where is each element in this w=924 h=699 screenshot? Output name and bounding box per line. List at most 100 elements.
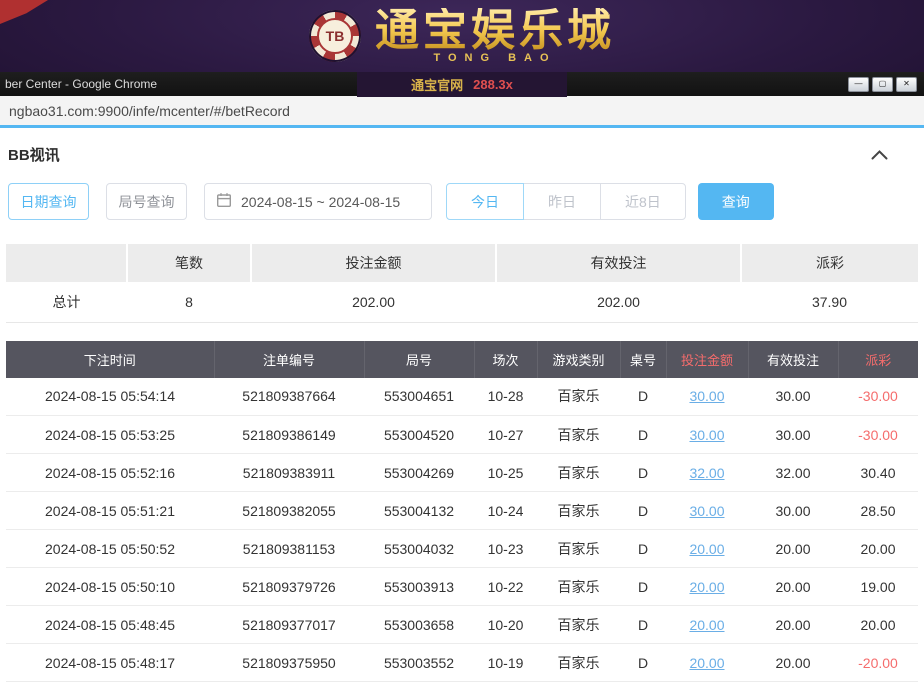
maximize-button[interactable]: ▢ xyxy=(872,77,893,92)
bet-amount-link[interactable]: 30.00 xyxy=(689,388,724,404)
game-type-cell: 百家乐 xyxy=(537,416,620,454)
game-type-cell: 百家乐 xyxy=(537,378,620,416)
search-button[interactable]: 查询 xyxy=(698,183,774,220)
bet-amount-cell: 20.00 xyxy=(666,530,748,568)
today-button[interactable]: 今日 xyxy=(446,183,524,220)
bet-time-cell: 2024-08-15 05:50:52 xyxy=(6,530,214,568)
collapse-chevron-icon[interactable] xyxy=(871,150,888,160)
table-number-cell: D xyxy=(620,568,666,606)
casino-chip-icon: TB xyxy=(309,10,361,62)
banner-overlay-strip: 通宝官网 288.3x xyxy=(357,72,567,97)
bet-time-cell: 2024-08-15 05:48:17 xyxy=(6,644,214,682)
game-type-cell: 百家乐 xyxy=(537,530,620,568)
session-cell: 10-23 xyxy=(474,530,537,568)
valid-bet-cell: 32.00 xyxy=(748,454,838,492)
table-number-cell: D xyxy=(620,378,666,416)
order-number-cell: 521809382055 xyxy=(214,492,364,530)
summary-header-count: 笔数 xyxy=(127,244,251,282)
bet-amount-cell: 32.00 xyxy=(666,454,748,492)
yesterday-button[interactable]: 昨日 xyxy=(523,183,601,220)
payout-cell: -20.00 xyxy=(838,644,918,682)
window-controls: — ▢ ✕ xyxy=(848,77,917,92)
header-valid-bet: 有效投注 xyxy=(748,341,838,378)
round-query-button[interactable]: 局号查询 xyxy=(106,183,187,220)
bet-record-table: 下注时间 注单编号 局号 场次 游戏类别 桌号 投注金额 有效投注 派彩 202… xyxy=(6,341,918,683)
table-number-cell: D xyxy=(620,416,666,454)
overlay-badge: 288.3x xyxy=(473,77,513,92)
bet-time-cell: 2024-08-15 05:54:14 xyxy=(6,378,214,416)
summary-total-count: 8 xyxy=(127,282,251,322)
casino-logo: TB 通宝娱乐城 TONG BAO xyxy=(0,0,924,72)
url-text: ngbao31.com:9900/infe/mcenter/#/betRecor… xyxy=(9,103,290,119)
game-type-cell: 百家乐 xyxy=(537,568,620,606)
payout-cell: 28.50 xyxy=(838,492,918,530)
summary-table: 笔数 投注金额 有效投注 派彩 总计 8 202.00 202.00 37.90 xyxy=(6,244,918,323)
bet-row: 2024-08-15 05:50:10 521809379726 5530039… xyxy=(6,568,918,606)
bet-row: 2024-08-15 05:52:16 521809383911 5530042… xyxy=(6,454,918,492)
chip-monogram: TB xyxy=(326,28,345,44)
round-number-cell: 553003552 xyxy=(364,644,474,682)
game-type-cell: 百家乐 xyxy=(537,454,620,492)
minimize-button[interactable]: — xyxy=(848,77,869,92)
order-number-cell: 521809387664 xyxy=(214,378,364,416)
order-number-cell: 521809377017 xyxy=(214,606,364,644)
order-number-cell: 521809386149 xyxy=(214,416,364,454)
round-number-cell: 553004520 xyxy=(364,416,474,454)
payout-cell: 20.00 xyxy=(838,606,918,644)
summary-total-label: 总计 xyxy=(6,282,127,322)
order-number-cell: 521809379726 xyxy=(214,568,364,606)
bet-amount-link[interactable]: 20.00 xyxy=(689,655,724,671)
session-cell: 10-27 xyxy=(474,416,537,454)
bet-amount-cell: 30.00 xyxy=(666,416,748,454)
summary-header-payout: 派彩 xyxy=(741,244,918,282)
bet-amount-link[interactable]: 20.00 xyxy=(689,541,724,557)
round-number-cell: 553004651 xyxy=(364,378,474,416)
summary-total-valid-bet: 202.00 xyxy=(496,282,741,322)
order-number-cell: 521809375950 xyxy=(214,644,364,682)
filter-toolbar: 日期查询 局号查询 2024-08-15 ~ 2024-08-15 今日 昨日 … xyxy=(8,183,916,220)
bet-amount-link[interactable]: 32.00 xyxy=(689,465,724,481)
bet-time-cell: 2024-08-15 05:52:16 xyxy=(6,454,214,492)
session-cell: 10-28 xyxy=(474,378,537,416)
table-number-cell: D xyxy=(620,454,666,492)
bet-time-cell: 2024-08-15 05:51:21 xyxy=(6,492,214,530)
round-number-cell: 553004269 xyxy=(364,454,474,492)
table-number-cell: D xyxy=(620,644,666,682)
game-type-cell: 百家乐 xyxy=(537,644,620,682)
url-bar[interactable]: ngbao31.com:9900/infe/mcenter/#/betRecor… xyxy=(0,96,924,128)
session-cell: 10-24 xyxy=(474,492,537,530)
date-range-value: 2024-08-15 ~ 2024-08-15 xyxy=(241,194,400,210)
date-range-picker[interactable]: 2024-08-15 ~ 2024-08-15 xyxy=(204,183,432,220)
last-8-days-button[interactable]: 近8日 xyxy=(600,183,686,220)
payout-cell: -30.00 xyxy=(838,416,918,454)
calendar-icon xyxy=(216,192,232,211)
round-number-cell: 553004032 xyxy=(364,530,474,568)
bet-amount-link[interactable]: 30.00 xyxy=(689,503,724,519)
summary-total-row: 总计 8 202.00 202.00 37.90 xyxy=(6,282,918,322)
bet-amount-link[interactable]: 20.00 xyxy=(689,579,724,595)
summary-header-row: 笔数 投注金额 有效投注 派彩 xyxy=(6,244,918,282)
summary-total-payout: 37.90 xyxy=(741,282,918,322)
bet-amount-cell: 20.00 xyxy=(666,568,748,606)
date-query-button[interactable]: 日期查询 xyxy=(8,183,89,220)
bet-time-cell: 2024-08-15 05:50:10 xyxy=(6,568,214,606)
casino-subtitle: TONG BAO xyxy=(433,52,556,64)
round-number-cell: 553003913 xyxy=(364,568,474,606)
bet-amount-link[interactable]: 30.00 xyxy=(689,427,724,443)
panel-title: BB视讯 xyxy=(8,144,60,165)
summary-header-valid-bet: 有效投注 xyxy=(496,244,741,282)
order-number-cell: 521809381153 xyxy=(214,530,364,568)
overlay-text: 通宝官网 xyxy=(411,75,463,94)
header-bet-time: 下注时间 xyxy=(6,341,214,378)
payout-cell: 30.40 xyxy=(838,454,918,492)
summary-header-bet-amount: 投注金额 xyxy=(251,244,496,282)
header-game-type: 游戏类别 xyxy=(537,341,620,378)
bet-amount-link[interactable]: 20.00 xyxy=(689,617,724,633)
close-button[interactable]: ✕ xyxy=(896,77,917,92)
valid-bet-cell: 30.00 xyxy=(748,416,838,454)
session-cell: 10-22 xyxy=(474,568,537,606)
bet-table-body: 2024-08-15 05:54:14 521809387664 5530046… xyxy=(6,378,918,682)
header-round-number: 局号 xyxy=(364,341,474,378)
payout-cell: 19.00 xyxy=(838,568,918,606)
valid-bet-cell: 20.00 xyxy=(748,568,838,606)
